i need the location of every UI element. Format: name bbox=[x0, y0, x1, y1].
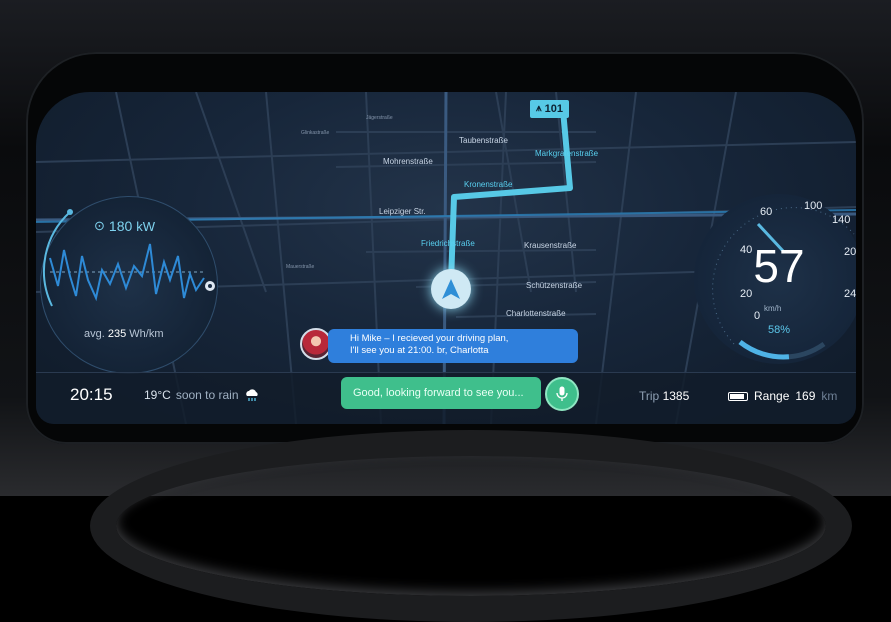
power-value: 180 bbox=[108, 218, 133, 234]
battery-icon bbox=[728, 391, 748, 401]
message-line-2: I'll see you at 21:00. br, Charlotta bbox=[350, 345, 489, 356]
trip-label: Trip bbox=[639, 389, 660, 403]
average-consumption: avg. 235 Wh/km bbox=[84, 328, 164, 340]
svg-text:Leipziger Str.: Leipziger Str. bbox=[379, 207, 426, 216]
highway-shield-101: ⩚ 101 bbox=[530, 100, 569, 118]
avg-prefix: avg. bbox=[84, 328, 105, 340]
microphone-button[interactable] bbox=[545, 377, 579, 411]
power-gauge: ⊙ 180 kW avg. 235 Wh/km bbox=[40, 196, 218, 374]
tick-200: 200 bbox=[844, 246, 856, 258]
svg-text:Glinkastraße: Glinkastraße bbox=[301, 130, 330, 136]
trip-meter: Trip 1385 bbox=[639, 389, 689, 403]
status-bar: 20:15 19°C soon to rain Good, looking fo… bbox=[36, 372, 856, 424]
range-unit: km bbox=[821, 389, 838, 403]
weather-info: 19°C soon to rain bbox=[144, 388, 260, 402]
svg-text:Markgrafenstraße: Markgrafenstraße bbox=[535, 149, 599, 158]
tick-140: 140 bbox=[832, 214, 851, 226]
svg-text:Friedrichstraße: Friedrichstraße bbox=[421, 239, 475, 248]
instrument-cluster-screen: Jägerstraße Glinkastraße Taubenstraße Ma… bbox=[36, 92, 856, 424]
range-value: 169 bbox=[795, 389, 816, 403]
power-readout: ⊙ 180 kW bbox=[94, 218, 155, 234]
svg-text:Jägerstraße: Jägerstraße bbox=[366, 115, 393, 121]
range-label: Range bbox=[754, 389, 790, 403]
rain-cloud-icon bbox=[245, 389, 258, 401]
navigation-arrow-icon bbox=[442, 279, 460, 299]
current-speed: 57 bbox=[753, 240, 805, 292]
svg-text:Mohrenstraße: Mohrenstraße bbox=[383, 157, 433, 166]
battery-percent: 58% bbox=[768, 324, 791, 336]
trip-value: 1385 bbox=[662, 389, 690, 403]
incoming-message[interactable]: Hi Mike – I recieved your driving plan, … bbox=[328, 329, 578, 363]
svg-text:Kronenstraße: Kronenstraße bbox=[464, 180, 513, 189]
avg-value: 235 bbox=[107, 328, 127, 340]
microphone-icon bbox=[556, 386, 568, 401]
highway-number: 101 bbox=[544, 103, 563, 115]
forecast: soon to rain bbox=[175, 388, 239, 402]
svg-text:Mauerstraße: Mauerstraße bbox=[286, 264, 315, 270]
voice-reply-field[interactable]: Good, looking forward to see you... bbox=[341, 377, 541, 409]
tick-240: 240 bbox=[844, 288, 856, 300]
range-indicator: Range 169 km bbox=[728, 389, 837, 403]
clock: 20:15 bbox=[70, 385, 113, 404]
svg-text:Taubenstraße: Taubenstraße bbox=[459, 136, 508, 145]
tick-0: 0 bbox=[754, 310, 761, 322]
speed-unit: km/h bbox=[764, 304, 782, 313]
steering-wheel bbox=[90, 430, 852, 622]
message-line-1: Hi Mike – I recieved your driving plan, bbox=[350, 333, 509, 344]
highway-icon: ⩚ bbox=[536, 103, 542, 114]
power-unit: kW bbox=[136, 218, 156, 234]
svg-text:Schützenstraße: Schützenstraße bbox=[526, 281, 583, 290]
current-position-marker bbox=[431, 269, 471, 309]
speedometer-icon: ⊙ bbox=[94, 218, 105, 233]
temperature: 19°C bbox=[144, 388, 171, 402]
svg-text:Krausenstraße: Krausenstraße bbox=[524, 241, 577, 250]
tick-60: 60 bbox=[760, 206, 773, 218]
svg-text:Charlottenstraße: Charlottenstraße bbox=[506, 309, 566, 318]
speedometer: 100 140 60 40 200 20 240 0 57 km/h 58% bbox=[694, 194, 856, 364]
avg-unit: Wh/km bbox=[129, 328, 164, 340]
tick-100: 100 bbox=[804, 200, 823, 212]
